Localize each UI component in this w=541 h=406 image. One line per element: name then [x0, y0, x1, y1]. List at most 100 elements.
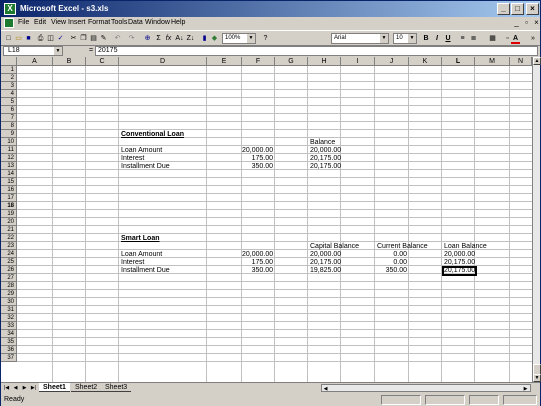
align-center-icon[interactable]: ≣: [469, 33, 478, 44]
row-header[interactable]: 10: [1, 138, 17, 146]
menu-format[interactable]: Format: [88, 19, 110, 26]
cell-D5[interactable]: Interest: [121, 155, 144, 163]
row-header[interactable]: 11: [1, 146, 17, 154]
active-cell-selection[interactable]: [442, 266, 477, 276]
maximize-button[interactable]: □: [511, 3, 524, 15]
row-header[interactable]: 5: [1, 98, 17, 106]
column-header[interactable]: E: [207, 57, 242, 66]
cell-F17[interactable]: 175.00: [242, 259, 273, 267]
font-name-dropdown-icon[interactable]: ▼: [380, 34, 388, 43]
formula-input[interactable]: 20175: [95, 46, 538, 56]
menu-edit[interactable]: Edit: [34, 19, 46, 26]
row-header[interactable]: 34: [1, 330, 17, 338]
new-icon[interactable]: □: [4, 33, 13, 44]
cell-D15[interactable]: Smart Loan: [121, 235, 160, 243]
cell-H17[interactable]: 20,175.00: [310, 259, 341, 267]
row-header[interactable]: 25: [1, 258, 17, 266]
column-header[interactable]: A: [17, 57, 53, 66]
row-header[interactable]: 28: [1, 282, 17, 290]
select-all-corner[interactable]: [1, 57, 17, 66]
row-header[interactable]: 20: [1, 218, 17, 226]
cell-H16[interactable]: 20,000.00: [310, 251, 341, 259]
column-header[interactable]: C: [86, 57, 119, 66]
row-header[interactable]: 21: [1, 226, 17, 234]
vertical-scrollbar[interactable]: ▲ ▼: [532, 57, 541, 382]
prev-sheet-arrow[interactable]: ◀: [12, 384, 19, 392]
first-sheet-arrow[interactable]: |◀: [3, 384, 10, 392]
help-icon[interactable]: ?: [261, 33, 270, 44]
cell-D17[interactable]: Interest: [121, 259, 144, 267]
align-left-icon[interactable]: ≡: [458, 33, 467, 44]
paste-icon[interactable]: ▤: [89, 33, 98, 44]
row-header[interactable]: 15: [1, 178, 17, 186]
save-icon[interactable]: ■: [24, 33, 33, 44]
cell-H15[interactable]: Capital Balance: [310, 243, 359, 251]
name-box[interactable]: L18 ▼: [3, 46, 63, 56]
row-header[interactable]: 18: [1, 202, 17, 210]
column-header[interactable]: L: [442, 57, 475, 66]
sheet-tab-sheet3[interactable]: Sheet3: [101, 383, 132, 392]
redo-icon[interactable]: ↷: [127, 33, 136, 44]
workbook-icon[interactable]: [4, 18, 14, 28]
row-header[interactable]: 7: [1, 114, 17, 122]
row-header[interactable]: 31: [1, 306, 17, 314]
font-color-icon[interactable]: A: [511, 33, 520, 44]
row-header[interactable]: 32: [1, 314, 17, 322]
last-sheet-arrow[interactable]: ▶|: [30, 384, 37, 392]
cell-J18[interactable]: 350.00: [375, 267, 407, 275]
row-header[interactable]: 24: [1, 250, 17, 258]
doc-close-button[interactable]: ×: [532, 19, 541, 28]
column-header[interactable]: B: [53, 57, 86, 66]
borders-icon[interactable]: ▦: [488, 33, 497, 44]
sheet-tab-sheet2[interactable]: Sheet2: [71, 383, 102, 392]
zoom-select[interactable]: 100% ▼: [222, 33, 256, 44]
row-header[interactable]: 6: [1, 106, 17, 114]
menu-tools[interactable]: Tools: [111, 19, 127, 26]
row-header[interactable]: 30: [1, 298, 17, 306]
sheet-tab-sheet1[interactable]: Sheet1: [39, 383, 70, 392]
underline-button[interactable]: U: [444, 33, 452, 44]
menu-file[interactable]: File: [18, 19, 29, 26]
column-header[interactable]: J: [375, 57, 409, 66]
hyperlink-icon[interactable]: ⊕: [143, 33, 152, 44]
cell-H6[interactable]: 20,175.00: [310, 163, 341, 171]
cell-H4[interactable]: 20,000.00: [310, 147, 341, 155]
column-header[interactable]: H: [308, 57, 341, 66]
cell-J15[interactable]: Current Balance: [377, 243, 428, 251]
cell-L16[interactable]: 20,000.00: [444, 251, 475, 259]
row-header[interactable]: 26: [1, 266, 17, 274]
row-header[interactable]: 2: [1, 74, 17, 82]
row-header[interactable]: 12: [1, 154, 17, 162]
cell-L15[interactable]: Loan Balance: [444, 243, 487, 251]
row-header[interactable]: 23: [1, 242, 17, 250]
format-painter-icon[interactable]: ✎: [99, 33, 108, 44]
cell-D16[interactable]: Loan Amount: [121, 251, 162, 259]
cell-F5[interactable]: 175.00: [242, 155, 273, 163]
row-header[interactable]: 13: [1, 162, 17, 170]
undo-icon[interactable]: ↶: [113, 33, 122, 44]
menu-help[interactable]: Help: [171, 19, 185, 26]
bold-button[interactable]: B: [422, 33, 430, 44]
horizontal-scrollbar[interactable]: ◀ ▶: [321, 384, 531, 392]
zoom-dropdown-icon[interactable]: ▼: [247, 34, 255, 43]
excel-app-icon[interactable]: X: [4, 3, 16, 15]
italic-button[interactable]: I: [433, 33, 441, 44]
cell-D18[interactable]: Installment Due: [121, 267, 170, 275]
copy-icon[interactable]: ❐: [79, 33, 88, 44]
chart-wizard-icon[interactable]: ▮: [200, 33, 209, 44]
scroll-right-arrow[interactable]: ▶: [522, 385, 529, 393]
minimize-button[interactable]: _: [497, 3, 510, 15]
row-header[interactable]: 3: [1, 82, 17, 90]
row-header[interactable]: 14: [1, 170, 17, 178]
cell-H3[interactable]: Balance: [310, 139, 335, 147]
title-bar[interactable]: X Microsoft Excel - s3.xls _ □ ×: [1, 1, 540, 17]
cell-H18[interactable]: 19,825.00: [310, 267, 341, 275]
scroll-left-arrow[interactable]: ◀: [322, 385, 329, 393]
autosum-icon[interactable]: Σ: [154, 33, 163, 44]
cut-icon[interactable]: ✂: [69, 33, 78, 44]
sort-ascending-icon[interactable]: A↓: [175, 33, 184, 44]
column-header[interactable]: M: [475, 57, 510, 66]
sort-descending-icon[interactable]: Z↓: [186, 33, 195, 44]
print-preview-icon[interactable]: ◫: [46, 33, 55, 44]
cell-J17[interactable]: 0.00: [375, 259, 407, 267]
